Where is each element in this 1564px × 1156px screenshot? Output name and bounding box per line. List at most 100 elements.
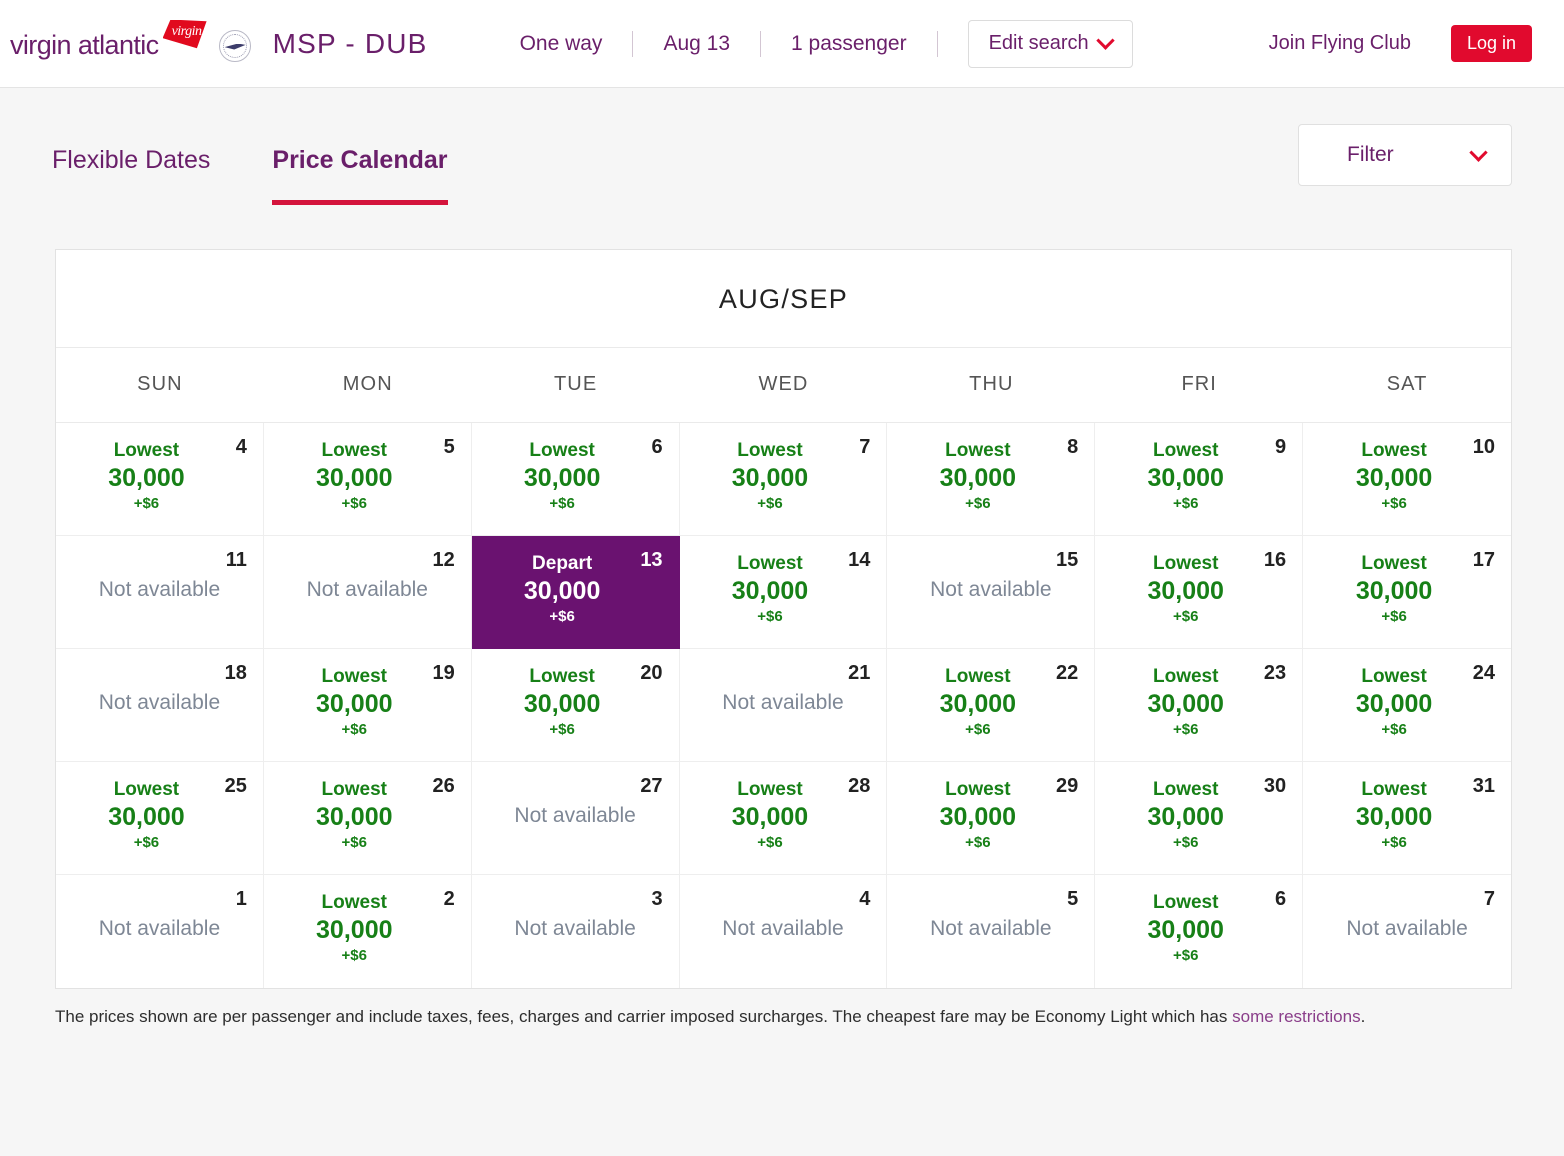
calendar-cell[interactable]: 30Lowest30,000+$6 (1095, 762, 1303, 875)
day-number: 6 (1275, 889, 1286, 909)
price-tax: +$6 (56, 494, 263, 514)
calendar-cell[interactable]: 20Lowest30,000+$6 (472, 649, 680, 762)
price-miles: 30,000 (887, 463, 1094, 494)
day-number: 21 (848, 663, 870, 683)
day-number: 4 (859, 889, 870, 909)
price-calendar: AUG/SEP SUNMONTUEWEDTHUFRISAT 4Lowest30,… (55, 249, 1512, 989)
passenger-count-label: 1 passenger (761, 32, 937, 56)
price-tax: +$6 (264, 720, 471, 740)
lowest-label: Lowest (264, 892, 471, 915)
calendar-weekday-header: SUNMONTUEWEDTHUFRISAT (56, 348, 1511, 423)
price-tax: +$6 (472, 607, 679, 627)
edit-search-button[interactable]: Edit search (968, 20, 1133, 68)
not-available-label: Not available (887, 917, 1094, 941)
day-number: 7 (859, 437, 870, 457)
calendar-cell: 4Not available (680, 875, 888, 988)
trip-summary: One way Aug 13 1 passenger (490, 31, 938, 57)
lowest-label: Lowest (472, 440, 679, 463)
price-tax: +$6 (887, 833, 1094, 853)
weekday-header-sat: SAT (1303, 348, 1511, 422)
calendar-cell[interactable]: 25Lowest30,000+$6 (56, 762, 264, 875)
price-miles: 30,000 (56, 463, 263, 494)
day-number: 5 (444, 437, 455, 457)
calendar-cell: 12Not available (264, 536, 472, 649)
calendar-cell[interactable]: 28Lowest30,000+$6 (680, 762, 888, 875)
price-miles: 30,000 (1303, 463, 1511, 494)
calendar-cell[interactable]: 31Lowest30,000+$6 (1303, 762, 1511, 875)
price-tax: +$6 (472, 494, 679, 514)
day-number: 15 (1056, 550, 1078, 570)
price-tax: +$6 (680, 833, 887, 853)
join-flying-club-link[interactable]: Join Flying Club (1269, 32, 1411, 55)
calendar-cell: 5Not available (887, 875, 1095, 988)
price-tax: +$6 (1303, 494, 1511, 514)
calendar-cell[interactable]: 8Lowest30,000+$6 (887, 423, 1095, 536)
calendar-cell[interactable]: 14Lowest30,000+$6 (680, 536, 888, 649)
day-number: 20 (640, 663, 662, 683)
virgin-atlantic-logo[interactable]: virgin atlantic virgin (10, 28, 251, 60)
tab-price-calendar[interactable]: Price Calendar (272, 146, 447, 191)
price-miles: 30,000 (264, 802, 471, 833)
price-tax: +$6 (887, 720, 1094, 740)
calendar-cell[interactable]: 4Lowest30,000+$6 (56, 423, 264, 536)
calendar-cell[interactable]: 7Lowest30,000+$6 (680, 423, 888, 536)
tabs-row: Flexible Dates Price Calendar Filter (0, 88, 1564, 218)
not-available-label: Not available (887, 578, 1094, 602)
calendar-day-grid: 4Lowest30,000+$65Lowest30,000+$66Lowest3… (56, 423, 1511, 988)
calendar-cell: 11Not available (56, 536, 264, 649)
calendar-cell[interactable]: 24Lowest30,000+$6 (1303, 649, 1511, 762)
calendar-cell[interactable]: 22Lowest30,000+$6 (887, 649, 1095, 762)
calendar-cell[interactable]: 19Lowest30,000+$6 (264, 649, 472, 762)
calendar-cell[interactable]: 26Lowest30,000+$6 (264, 762, 472, 875)
calendar-cell[interactable]: 17Lowest30,000+$6 (1303, 536, 1511, 649)
price-tax: +$6 (56, 833, 263, 853)
calendar-cell[interactable]: 16Lowest30,000+$6 (1095, 536, 1303, 649)
weekday-header-mon: MON (264, 348, 472, 422)
calendar-cell[interactable]: 6Lowest30,000+$6 (1095, 875, 1303, 988)
weekday-header-thu: THU (887, 348, 1095, 422)
day-number: 2 (444, 889, 455, 909)
day-number: 10 (1473, 437, 1495, 457)
not-available-label: Not available (472, 804, 679, 828)
lowest-label: Lowest (56, 440, 263, 463)
chevron-down-icon (1096, 31, 1114, 49)
day-number: 28 (848, 776, 870, 796)
price-tax: +$6 (680, 607, 887, 627)
price-miles: 30,000 (680, 576, 887, 607)
calendar-cell[interactable]: 29Lowest30,000+$6 (887, 762, 1095, 875)
calendar-cell[interactable]: 23Lowest30,000+$6 (1095, 649, 1303, 762)
calendar-cell-selected[interactable]: 13Depart30,000+$6 (472, 536, 680, 649)
price-miles: 30,000 (680, 802, 887, 833)
calendar-cell[interactable]: 10Lowest30,000+$6 (1303, 423, 1511, 536)
price-miles: 30,000 (1095, 576, 1302, 607)
top-navigation-bar: virgin atlantic virgin MSP - DUB One way… (0, 0, 1564, 88)
divider (937, 31, 938, 57)
tab-flexible-dates[interactable]: Flexible Dates (52, 146, 210, 191)
price-miles: 30,000 (1095, 463, 1302, 494)
price-tax: +$6 (887, 494, 1094, 514)
brand-wordmark: virgin atlantic (10, 30, 159, 61)
weekday-header-tue: TUE (472, 348, 680, 422)
price-tax: +$6 (680, 494, 887, 514)
day-number: 19 (432, 663, 454, 683)
day-number: 3 (651, 889, 662, 909)
log-in-button[interactable]: Log in (1451, 25, 1532, 62)
not-available-label: Not available (472, 917, 679, 941)
calendar-cell: 27Not available (472, 762, 680, 875)
some-restrictions-link[interactable]: some restrictions (1232, 1007, 1360, 1026)
calendar-cell[interactable]: 5Lowest30,000+$6 (264, 423, 472, 536)
price-miles: 30,000 (472, 689, 679, 720)
calendar-cell[interactable]: 6Lowest30,000+$6 (472, 423, 680, 536)
filter-dropdown-button[interactable]: Filter (1298, 124, 1512, 186)
day-number: 16 (1264, 550, 1286, 570)
day-number: 12 (432, 550, 454, 570)
day-number: 13 (640, 550, 662, 570)
not-available-label: Not available (56, 578, 263, 602)
calendar-cell[interactable]: 2Lowest30,000+$6 (264, 875, 472, 988)
lowest-label: Lowest (680, 440, 887, 463)
day-number: 14 (848, 550, 870, 570)
price-miles: 30,000 (56, 802, 263, 833)
calendar-cell[interactable]: 9Lowest30,000+$6 (1095, 423, 1303, 536)
day-number: 23 (1264, 663, 1286, 683)
disclaimer-text-after: . (1361, 1007, 1366, 1026)
